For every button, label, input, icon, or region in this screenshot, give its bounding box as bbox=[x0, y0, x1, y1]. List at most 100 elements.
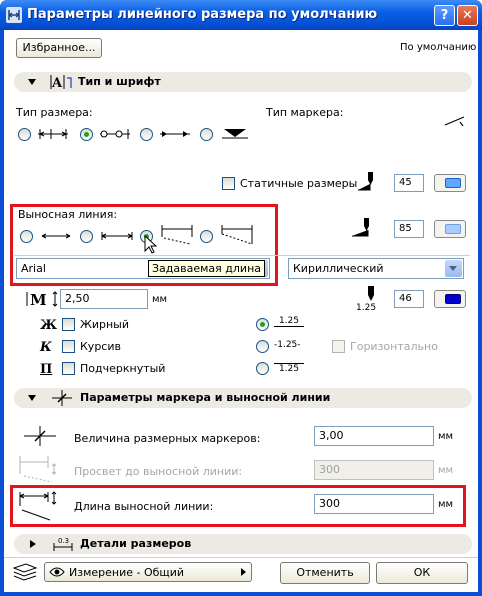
charset-select[interactable]: Кириллический bbox=[288, 258, 464, 279]
layer-select-value: Измерение - Общий bbox=[69, 566, 185, 579]
text-size-input[interactable]: 2,50 bbox=[60, 289, 148, 309]
layer-select-button[interactable]: Измерение - Общий bbox=[44, 562, 252, 582]
witness-radio-4[interactable] bbox=[200, 230, 213, 243]
text-pen-field[interactable]: 46 bbox=[394, 290, 424, 308]
ok-button[interactable]: ОК bbox=[376, 562, 468, 584]
tooltip: Задаваемая длина bbox=[148, 260, 266, 277]
text-pen-size: 1.25 bbox=[356, 303, 377, 313]
static-pen-color[interactable] bbox=[434, 174, 466, 192]
dimtype-ticks-icon bbox=[38, 129, 68, 139]
textpos-above-radio[interactable] bbox=[256, 318, 269, 331]
witness-radio-1[interactable] bbox=[20, 230, 33, 243]
dimtype-dots-icon bbox=[100, 129, 130, 139]
collapse-triangle-icon[interactable] bbox=[28, 79, 36, 85]
witness-line-label: Выносная линия: bbox=[18, 208, 118, 221]
bold-checkbox[interactable] bbox=[62, 318, 75, 331]
dimension-app-icon bbox=[6, 7, 22, 23]
gap-unit: мм bbox=[438, 465, 454, 476]
mouse-cursor-icon bbox=[144, 235, 158, 254]
layers-icon bbox=[12, 563, 38, 581]
help-button[interactable]: ? bbox=[434, 5, 455, 26]
footer-divider bbox=[4, 557, 478, 558]
dimtype-arrows-icon bbox=[160, 131, 190, 137]
witness-length-icon bbox=[19, 491, 57, 521]
marker-size-label: Величина размерных маркеров: bbox=[74, 432, 261, 445]
marker-size-unit: мм bbox=[438, 431, 454, 442]
default-label: По умолчанию bbox=[400, 42, 477, 53]
marker-section-icon bbox=[52, 390, 72, 406]
svg-text:0.3: 0.3 bbox=[58, 537, 69, 545]
dimtype-radio-1[interactable] bbox=[18, 128, 31, 141]
bold-icon: Ж bbox=[40, 318, 58, 333]
witness-short-icon bbox=[101, 232, 133, 240]
window-title: Параметры линейного размера по умолчанию bbox=[27, 7, 378, 22]
section-details-header[interactable]: 0.3 Детали размеров bbox=[14, 534, 472, 554]
witness-pen-color[interactable] bbox=[434, 220, 466, 238]
bold-label: Жирный bbox=[80, 318, 130, 331]
witness-radio-2[interactable] bbox=[80, 230, 93, 243]
collapse-triangle-icon[interactable] bbox=[28, 395, 36, 401]
section-marker-title: Параметры маркера и выносной линии bbox=[80, 391, 331, 404]
static-dims-checkbox[interactable] bbox=[222, 177, 235, 190]
textpos-inline-label: -1.25- bbox=[274, 340, 301, 350]
gap-icon bbox=[19, 456, 57, 483]
eye-icon bbox=[49, 567, 65, 577]
title-bar[interactable]: Параметры линейного размера по умолчанию… bbox=[0, 0, 482, 30]
gap-label: Просвет до выносной линии: bbox=[74, 465, 243, 478]
dimension-type-label: Тип размера: bbox=[16, 106, 93, 119]
dimtype-radio-2[interactable] bbox=[80, 128, 93, 141]
marker-size-icon bbox=[24, 426, 56, 446]
section-marker-header[interactable]: Параметры маркера и выносной линии bbox=[14, 388, 472, 408]
gap-input[interactable]: 300 bbox=[314, 460, 434, 480]
witness-custom-icon bbox=[161, 225, 193, 245]
dimtype-radio-3[interactable] bbox=[140, 128, 153, 141]
witness-pen-icon bbox=[352, 218, 369, 237]
italic-checkbox[interactable] bbox=[62, 340, 75, 353]
font-type-icon: A bbox=[50, 75, 72, 90]
chevron-down-icon[interactable] bbox=[445, 260, 462, 277]
textpos-inline-radio[interactable] bbox=[256, 340, 269, 353]
divider bbox=[14, 255, 470, 256]
witness-length-input[interactable]: 300 bbox=[314, 494, 434, 514]
dimtype-elevation-icon bbox=[222, 129, 248, 139]
witness-pen-field[interactable]: 85 bbox=[394, 220, 424, 238]
section-type-font-title: Тип и шрифт bbox=[78, 75, 161, 88]
svg-text:M: M bbox=[30, 291, 47, 308]
text-size-unit: мм bbox=[152, 294, 168, 305]
text-pen-color[interactable] bbox=[434, 290, 466, 308]
expand-triangle-icon[interactable] bbox=[30, 540, 36, 548]
underline-checkbox[interactable] bbox=[62, 362, 75, 375]
witness-length-unit: мм bbox=[438, 499, 454, 510]
dimtype-radio-4[interactable] bbox=[200, 128, 213, 141]
static-pen-field[interactable]: 45 bbox=[394, 174, 424, 192]
underline-label: Подчеркнутый bbox=[80, 362, 166, 375]
pen-icon bbox=[358, 172, 373, 191]
italic-label: Курсив bbox=[80, 340, 121, 353]
witness-length-label: Длина выносной линии: bbox=[74, 500, 214, 513]
favorites-button[interactable]: Избранное... bbox=[16, 38, 102, 58]
section-details-title: Детали размеров bbox=[80, 537, 192, 550]
font-select-value: Arial bbox=[21, 262, 46, 275]
marker-size-input[interactable]: 3,00 bbox=[314, 426, 434, 446]
underline-icon: П bbox=[40, 362, 53, 377]
textpos-below-radio[interactable] bbox=[256, 362, 269, 375]
witness-full-icon bbox=[221, 225, 253, 245]
textpos-below-label: 1.25 bbox=[274, 363, 304, 374]
static-dims-label: Статичные размеры bbox=[240, 177, 358, 190]
text-size-icon: M bbox=[26, 291, 58, 308]
svg-text:A: A bbox=[51, 76, 63, 90]
chevron-right-icon bbox=[241, 568, 246, 576]
italic-icon: К bbox=[40, 340, 52, 355]
close-button[interactable]: ✕ bbox=[457, 5, 478, 26]
textpos-above-label: 1.25 bbox=[274, 316, 304, 327]
witness-none-icon bbox=[41, 233, 71, 239]
horizontal-label: Горизонтально bbox=[350, 340, 438, 353]
section-type-font-header[interactable]: A Тип и шрифт bbox=[14, 72, 472, 92]
horizontal-checkbox[interactable] bbox=[332, 340, 345, 353]
cancel-button[interactable]: Отменить bbox=[280, 562, 370, 584]
dialog-window: Параметры линейного размера по умолчанию… bbox=[0, 0, 482, 596]
details-section-icon: 0.3 bbox=[53, 537, 73, 551]
dialog-client: Избранное... По умолчанию A Тип и шрифт … bbox=[4, 30, 478, 592]
charset-select-value: Кириллический bbox=[293, 262, 384, 275]
marker-type-icon[interactable] bbox=[444, 114, 466, 128]
